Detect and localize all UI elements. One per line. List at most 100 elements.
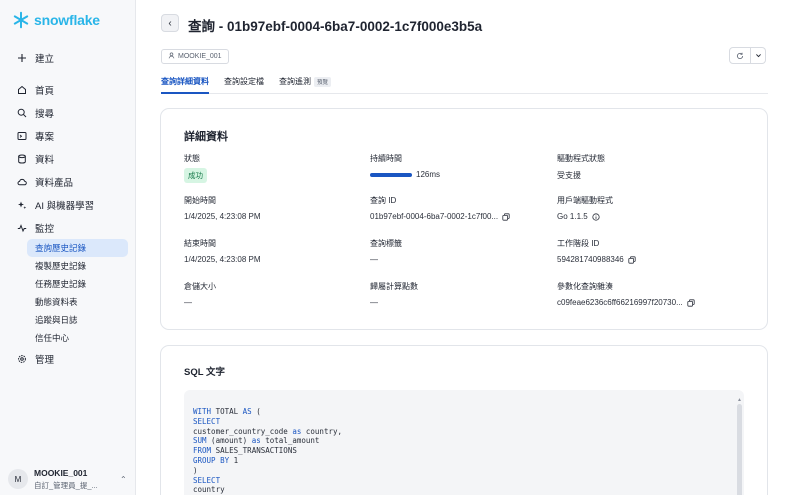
sql-keyword: as <box>247 436 261 446</box>
back-button[interactable]: ‹ <box>161 14 179 32</box>
field-value: — <box>370 255 378 264</box>
create-label: 建立 <box>35 53 55 65</box>
field-value: 1/4/2025, 4:23:08 PM <box>184 255 261 264</box>
refresh-icon <box>736 52 744 59</box>
param-hash-row: c09feae6236c6ff66216997f20730... <box>557 298 757 307</box>
main-content: ‹ 查詢 - 01b97ebf-0004-6ba7-0002-1c7f000e3… <box>137 0 800 495</box>
sidebar-subitem-task-history[interactable]: 任務歷史記錄 <box>0 275 136 293</box>
sidebar-item-label: 管理 <box>35 354 55 366</box>
snowflake-logo[interactable]: snowflake <box>12 11 100 29</box>
sidebar-item-ai-ml[interactable]: AI 與機器學習 <box>0 193 136 216</box>
field-value: Go 1.1.5 <box>557 212 588 221</box>
sql-line: WITH TOTAL AS ( <box>193 407 342 417</box>
refresh-button[interactable] <box>729 47 751 64</box>
field-label: 狀態 <box>184 154 200 163</box>
field-value: 1/4/2025, 4:23:08 PM <box>184 212 261 221</box>
field-label: 倉儲大小 <box>184 282 216 291</box>
field-client-driver: 用戶端驅動程式 Go 1.1.5 <box>557 195 737 221</box>
field-param-hash: 參數化查詢雜湊 c09feae6236c6ff66216997f20730... <box>557 281 757 307</box>
refresh-options-button[interactable] <box>751 47 766 64</box>
create-button[interactable]: 建立 <box>0 46 136 69</box>
sidebar-item-label: 監控 <box>35 223 55 235</box>
refresh-group <box>729 47 766 64</box>
sql-card: SQL 文字 WITH TOTAL AS (SELECT customer_cou… <box>160 345 768 495</box>
duration-bar <box>370 172 412 177</box>
field-value: — <box>184 298 192 307</box>
sql-keyword: GROUP BY <box>193 455 230 465</box>
copy-icon[interactable] <box>687 298 695 307</box>
sql-token: country, <box>301 426 343 436</box>
page-title: 查詢 - 01b97ebf-0004-6ba7-0002-1c7f000e3b5… <box>188 19 483 34</box>
snowflake-icon <box>13 11 29 29</box>
field-label: 參數化查詢雜湊 <box>557 282 613 291</box>
sql-token: country <box>193 485 225 495</box>
duration-row: 126ms <box>370 170 550 179</box>
field-label: 結束時間 <box>184 239 216 248</box>
search-icon <box>17 108 27 118</box>
info-icon[interactable] <box>592 212 600 221</box>
client-driver-row: Go 1.1.5 <box>557 212 737 221</box>
tab-label: 查詢設定檔 <box>224 77 264 86</box>
sidebar-subitem-traces-logs[interactable]: 追蹤與日誌 <box>0 311 136 329</box>
sidebar-subitem-query-history[interactable]: 查詢歷史記錄 <box>27 239 128 257</box>
monitoring-subnav: 查詢歷史記錄 複製歷史記錄 任務歷史記錄 動態資料表 追蹤與日誌 信任中心 <box>0 239 136 347</box>
sidebar-item-monitoring[interactable]: 監控 <box>0 216 136 239</box>
field-credits: 歸屬計算點數 — <box>370 281 550 307</box>
sidebar-item-label: 資料 <box>35 154 55 166</box>
field-end-time: 結束時間 1/4/2025, 4:23:08 PM <box>184 238 364 264</box>
field-label: 歸屬計算點數 <box>370 282 418 291</box>
sidebar-item-admin[interactable]: 管理 <box>0 347 136 370</box>
user-icon <box>168 52 175 61</box>
preview-badge: 預覽 <box>314 77 332 87</box>
sql-code-box[interactable]: WITH TOTAL AS (SELECT customer_country_co… <box>184 390 744 495</box>
sidebar-item-search[interactable]: 搜尋 <box>0 101 136 124</box>
avatar: M <box>8 469 28 489</box>
field-status: 狀態 成功 <box>184 153 364 183</box>
sidebar-item-data[interactable]: 資料 <box>0 147 136 170</box>
sidebar-subitem-dynamic-tables[interactable]: 動態資料表 <box>0 293 136 311</box>
sidebar-nav: 建立 首頁 搜尋 專案 資料 資料產品 AI 與機器學習 監控 查詢歷史記錄 複… <box>0 46 136 370</box>
chevron-down-icon <box>755 54 761 58</box>
copy-icon[interactable] <box>502 212 510 221</box>
sidebar-item-label: AI 與機器學習 <box>35 200 95 212</box>
tab-query-telemetry[interactable]: 查詢遙測 預覽 <box>279 76 332 94</box>
user-chip-label: MOOKIE_001 <box>178 53 222 60</box>
user-chip: MOOKIE_001 <box>161 49 229 64</box>
details-title: 詳細資料 <box>184 131 228 143</box>
sql-line: customer_country_code as country, <box>193 427 342 437</box>
sql-keyword: AS <box>238 407 252 416</box>
sidebar-item-home[interactable]: 首頁 <box>0 78 136 101</box>
sql-line: ) <box>193 466 342 476</box>
user-info: MOOKIE_001 自訂_管理員_提_... <box>34 468 114 491</box>
field-query-id: 查詢 ID 01b97ebf-0004-6ba7-0002-1c7f00... <box>370 195 550 221</box>
sql-keyword: SELECT <box>193 416 221 426</box>
sql-code: WITH TOTAL AS (SELECT customer_country_co… <box>193 407 342 495</box>
sidebar-item-data-products[interactable]: 資料產品 <box>0 170 136 193</box>
field-label: 用戶端驅動程式 <box>557 196 613 205</box>
scroll-up-icon[interactable]: ▲ <box>737 397 742 403</box>
scrollbar[interactable] <box>737 404 742 495</box>
brand-name: snowflake <box>34 12 100 28</box>
sidebar-subitem-trust-center[interactable]: 信任中心 <box>0 329 136 347</box>
sidebar-item-projects[interactable]: 專案 <box>0 124 136 147</box>
sql-keyword: as <box>287 426 302 436</box>
sidebar-subitem-copy-history[interactable]: 複製歷史記錄 <box>0 257 136 275</box>
sidebar-item-label: 首頁 <box>35 85 55 97</box>
tab-query-profile[interactable]: 查詢設定檔 <box>224 76 264 94</box>
sql-keyword: SUM <box>193 436 207 446</box>
sql-keyword: SELECT <box>193 475 221 485</box>
cloud-icon <box>17 177 27 187</box>
sql-token: SALES_TRANSACTIONS <box>211 446 297 456</box>
field-value: — <box>370 298 378 307</box>
field-label: 開始時間 <box>184 196 216 205</box>
user-menu[interactable]: M MOOKIE_001 自訂_管理員_提_... ⌃ <box>8 466 128 492</box>
sidebar-item-label: 資料產品 <box>35 177 74 189</box>
field-label: 工作階段 ID <box>557 239 600 248</box>
user-name: MOOKIE_001 <box>34 467 88 478</box>
field-start-time: 開始時間 1/4/2025, 4:23:08 PM <box>184 195 364 221</box>
copy-icon[interactable] <box>628 255 636 264</box>
sql-keyword: FROM <box>193 446 212 456</box>
field-value: 01b97ebf-0004-6ba7-0002-1c7f00... <box>370 212 499 221</box>
sql-token: ) <box>193 465 198 475</box>
tab-query-details[interactable]: 查詢詳細資料 <box>161 76 209 94</box>
